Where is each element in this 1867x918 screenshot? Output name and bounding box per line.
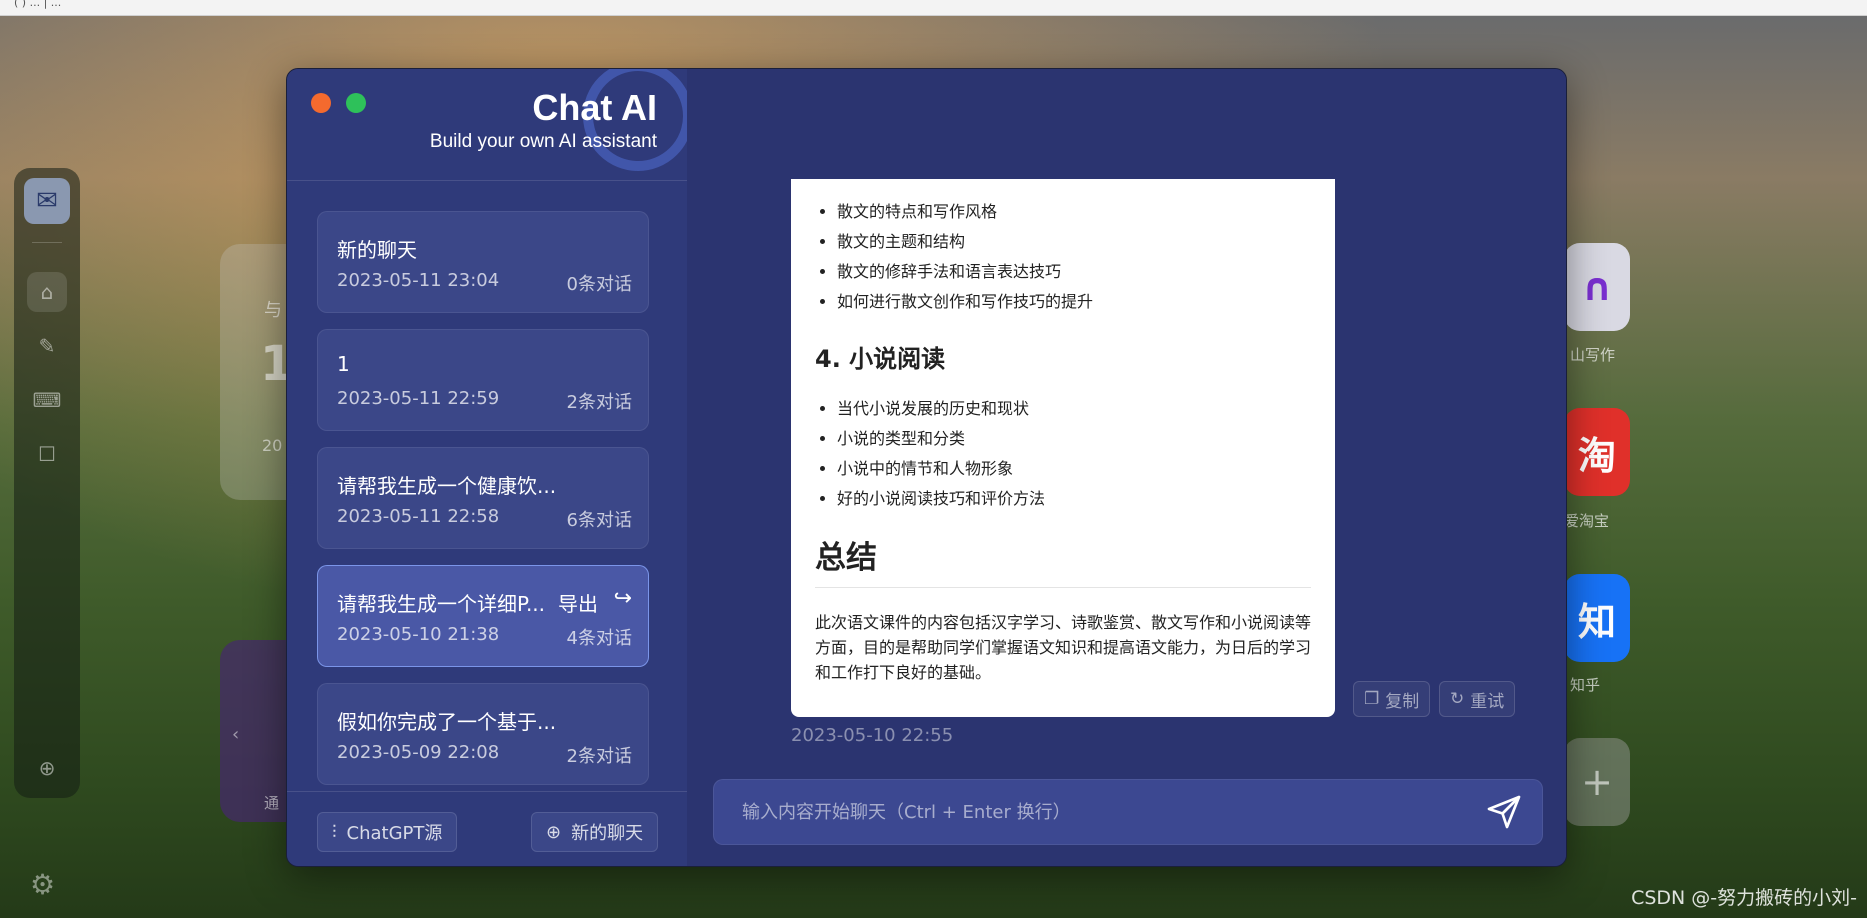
app-label-zhihu: 知乎 <box>1570 676 1601 694</box>
chat-area: 散文的特点和写作风格 散文的主题和结构 散文的修辞手法和语言表达技巧 如何进行散… <box>687 69 1566 866</box>
conversation-count: 0条对话 <box>566 274 632 295</box>
conversation-item-active[interactable]: 请帮我生成一个详细P... 导出 ↪ 2023-05-10 21:38 4条对话 <box>317 565 649 667</box>
plus-circle-icon: ⊕ <box>546 821 562 843</box>
sidebar-header: Chat AI Build your own AI assistant <box>287 69 687 181</box>
conversation-item[interactable]: 1 2023-05-11 22:59 2条对话 <box>317 329 649 431</box>
retry-button[interactable]: ↻ 重试 <box>1439 681 1516 717</box>
widget-text: 与 <box>264 300 282 321</box>
conversation-title: 请帮我生成一个健康饮... <box>337 474 557 498</box>
bag-icon[interactable]: ☐ <box>27 434 67 474</box>
dock-logo-icon[interactable]: ✉ <box>24 178 70 224</box>
list-item: 如何进行散文创作和写作技巧的提升 <box>837 287 1311 317</box>
watermark: CSDN @-努力搬砖的小刘- <box>1631 887 1857 909</box>
maximize-window-button[interactable] <box>346 93 366 113</box>
refresh-icon: ↻ <box>1450 689 1465 709</box>
left-dock: ✉ ⌂ ✎ ⌨ ☐ ⊕ <box>14 168 80 798</box>
copy-button[interactable]: ❐ 复制 <box>1353 681 1431 717</box>
list-item: 散文的主题和结构 <box>837 227 1311 257</box>
app-tile-taobao[interactable]: 淘 <box>1564 408 1630 496</box>
gear-icon[interactable]: ⚙ <box>30 868 55 901</box>
conversation-date: 2023-05-11 23:04 <box>337 270 500 291</box>
app-tile-glyph: 知 <box>1577 599 1616 644</box>
edit-icon[interactable]: ✎ <box>27 326 67 366</box>
widget2-text: 通 <box>264 794 280 812</box>
conversation-item[interactable]: 请帮我生成一个健康饮... 2023-05-11 22:58 6条对话 <box>317 447 649 549</box>
new-chat-button[interactable]: ⊕ 新的聊天 <box>531 812 659 852</box>
conversation-count: 6条对话 <box>566 510 632 531</box>
plus-icon: + <box>1581 760 1613 804</box>
code-icon[interactable]: ⌨ <box>27 380 67 420</box>
conversation-count: 2条对话 <box>566 746 632 767</box>
send-icon[interactable] <box>1486 794 1522 830</box>
export-icon[interactable]: ↪ <box>614 586 632 611</box>
copy-label: 复制 <box>1385 691 1420 712</box>
app-label-taobao: 爱淘宝 <box>1564 512 1610 530</box>
app-title: Chat AI <box>532 87 657 128</box>
new-chat-label: 新的聊天 <box>571 823 644 844</box>
browser-bar: ( ) ... | ... <box>0 0 1867 16</box>
dock-divider <box>32 242 62 243</box>
list-item: 小说中的情节和人物形象 <box>837 454 1311 484</box>
conversation-list: 新的聊天 2023-05-11 23:04 0条对话 1 2023-05-11 … <box>317 211 649 801</box>
widget-small: 20 <box>262 436 283 455</box>
copy-icon: ❐ <box>1364 689 1380 709</box>
message-paragraph: 此次语文课件的内容包括汉字学习、诗歌鉴赏、散文写作和小说阅读等方面，目的是帮助同… <box>815 613 1312 682</box>
chatgpt-source-label: ChatGPT源 <box>346 823 443 844</box>
conversation-title: 1 <box>337 352 350 376</box>
sidebar-footer: ⫶ ChatGPT源 ⊕ 新的聊天 <box>287 791 687 866</box>
conversation-date: 2023-05-10 21:38 <box>337 624 500 645</box>
app-tile-glyph: ∩ <box>1581 265 1613 309</box>
message-summary-heading: 总结 <box>815 532 1311 588</box>
export-button[interactable]: 导出 <box>558 588 598 617</box>
assistant-message: 散文的特点和写作风格 散文的主题和结构 散文的修辞手法和语言表达技巧 如何进行散… <box>791 179 1335 717</box>
conversation-title: 新的聊天 <box>337 238 417 262</box>
conversation-title: 请帮我生成一个详细P... <box>337 592 546 616</box>
conversation-item[interactable]: 新的聊天 2023-05-11 23:04 0条对话 <box>317 211 649 313</box>
message-heading: 4. 小说阅读 <box>815 345 946 373</box>
chat-input[interactable] <box>714 780 1474 844</box>
list-item: 散文的特点和写作风格 <box>837 197 1311 227</box>
chat-input-box <box>713 779 1543 845</box>
retry-label: 重试 <box>1470 691 1505 712</box>
conversation-date: 2023-05-11 22:58 <box>337 506 500 527</box>
app-tile-glyph: 淘 <box>1577 433 1616 478</box>
conversation-title: 假如你完成了一个基于... <box>337 710 557 734</box>
sliders-icon: ⫶ <box>332 821 337 843</box>
sidebar: Chat AI Build your own AI assistant 新的聊天… <box>287 69 687 866</box>
message-timestamp: 2023-05-10 22:55 <box>791 725 954 746</box>
conversation-count: 2条对话 <box>566 392 632 413</box>
home-icon[interactable]: ⌂ <box>27 272 67 312</box>
chat-window: Chat AI Build your own AI assistant 新的聊天… <box>286 68 1567 867</box>
message-list-1: 散文的特点和写作风格 散文的主题和结构 散文的修辞手法和语言表达技巧 如何进行散… <box>837 197 1311 317</box>
app-tile-add[interactable]: + <box>1564 738 1630 826</box>
list-item: 小说的类型和分类 <box>837 424 1311 454</box>
app-subtitle: Build your own AI assistant <box>429 131 657 152</box>
conversation-item[interactable]: 假如你完成了一个基于... 2023-05-09 22:08 2条对话 <box>317 683 649 785</box>
app-label-writing: 山写作 <box>1570 346 1616 364</box>
conversation-count: 4条对话 <box>566 628 632 649</box>
browser-tab-text: ( ) ... | ... <box>14 0 62 9</box>
add-circle-icon[interactable]: ⊕ <box>27 748 67 788</box>
widget2-chevron-icon[interactable]: ‹ <box>232 724 239 745</box>
list-item: 散文的修辞手法和语言表达技巧 <box>837 257 1311 287</box>
close-window-button[interactable] <box>311 93 331 113</box>
app-tile-writing[interactable]: ∩ <box>1564 243 1630 331</box>
app-tile-zhihu[interactable]: 知 <box>1564 574 1630 662</box>
conversation-date: 2023-05-11 22:59 <box>337 388 500 409</box>
list-item: 当代小说发展的历史和现状 <box>837 394 1311 424</box>
message-list-2: 当代小说发展的历史和现状 小说的类型和分类 小说中的情节和人物形象 好的小说阅读… <box>837 394 1311 514</box>
list-item: 好的小说阅读技巧和评价方法 <box>837 484 1311 514</box>
chatgpt-source-button[interactable]: ⫶ ChatGPT源 <box>317 812 458 852</box>
conversation-date: 2023-05-09 22:08 <box>337 742 500 763</box>
